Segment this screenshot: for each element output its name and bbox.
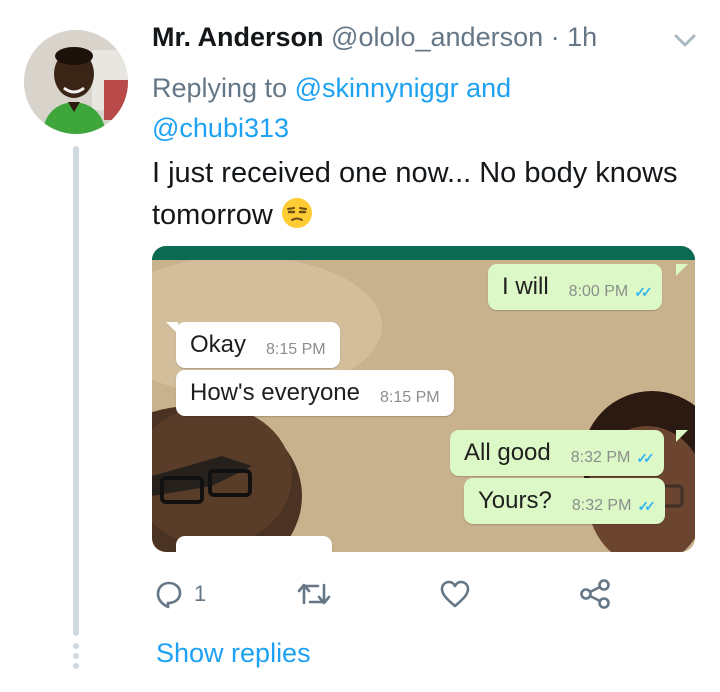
bubble-tail xyxy=(676,264,688,276)
mention-conjunction: and xyxy=(466,73,512,103)
message-time: 8:00 PM xyxy=(568,283,629,300)
media-top-bar xyxy=(152,246,695,260)
like-button[interactable] xyxy=(438,572,472,616)
mention-link[interactable]: @chubi313 xyxy=(152,113,289,143)
reply-count: 1 xyxy=(194,581,207,606)
message-text: I will xyxy=(502,273,549,300)
reply-icon xyxy=(156,581,182,609)
bubble-tail xyxy=(676,430,688,442)
message-text: All good xyxy=(464,439,551,466)
header-separator: · xyxy=(550,22,560,52)
tweet-timestamp[interactable]: 1h xyxy=(567,22,597,52)
reply-button[interactable]: 1 xyxy=(152,572,206,616)
retweet-button[interactable] xyxy=(294,572,334,616)
message-time: 8:32 PM xyxy=(570,449,631,466)
avatar-photo xyxy=(24,30,128,134)
tweet-text: I just received one now... No body knows… xyxy=(152,157,678,231)
message-time: 8:15 PM xyxy=(266,341,326,358)
unamused-face-emoji-icon xyxy=(281,198,312,228)
share-icon xyxy=(580,579,610,609)
replying-prefix: Replying to xyxy=(152,73,288,103)
chat-bubble-outgoing: All good 8:32 PM ✓✓ xyxy=(450,430,664,476)
bubble-tail xyxy=(166,322,178,334)
show-replies-link[interactable]: Show replies xyxy=(156,638,311,669)
chat-bubble-incoming-cutoff xyxy=(176,536,332,552)
chevron-down-icon[interactable] xyxy=(673,32,697,50)
author-name[interactable]: Mr. Anderson xyxy=(152,22,324,52)
author-avatar[interactable] xyxy=(24,30,128,134)
tweet-body: I just received one now... No body knows… xyxy=(152,152,707,236)
tweet-media-image[interactable]: I will 8:00 PM ✓✓ Okay 8:15 PM How's eve… xyxy=(152,246,695,552)
chat-bubble-incoming: Okay 8:15 PM xyxy=(176,322,340,368)
share-button[interactable] xyxy=(578,572,612,616)
read-ticks-icon: ✓✓ xyxy=(637,497,656,514)
thread-connector-line xyxy=(73,146,79,636)
retweet-icon xyxy=(297,583,331,605)
thread-continuation-dots xyxy=(73,643,79,673)
author-handle[interactable]: @ololo_anderson xyxy=(331,22,543,52)
message-time: 8:32 PM xyxy=(571,497,632,514)
tweet-actions: 1 xyxy=(152,572,632,616)
message-text: Yours? xyxy=(478,487,552,514)
chat-bubble-outgoing: I will 8:00 PM ✓✓ xyxy=(488,264,662,310)
read-ticks-icon: ✓✓ xyxy=(636,449,655,466)
message-text: How's everyone xyxy=(190,379,360,406)
tweet-header: Mr. Anderson @ololo_anderson · 1h xyxy=(152,22,652,58)
message-time: 8:15 PM xyxy=(380,389,440,406)
read-ticks-icon: ✓✓ xyxy=(634,283,653,300)
chat-bubble-incoming: How's everyone 8:15 PM xyxy=(176,370,454,416)
message-text: Okay xyxy=(190,331,247,358)
chat-bubble-outgoing: Yours? 8:32 PM ✓✓ xyxy=(464,478,665,524)
mention-link[interactable]: @skinnyniggr xyxy=(295,73,459,103)
like-icon xyxy=(440,580,470,608)
replying-to: Replying to @skinnyniggr and @chubi313 xyxy=(152,68,692,148)
